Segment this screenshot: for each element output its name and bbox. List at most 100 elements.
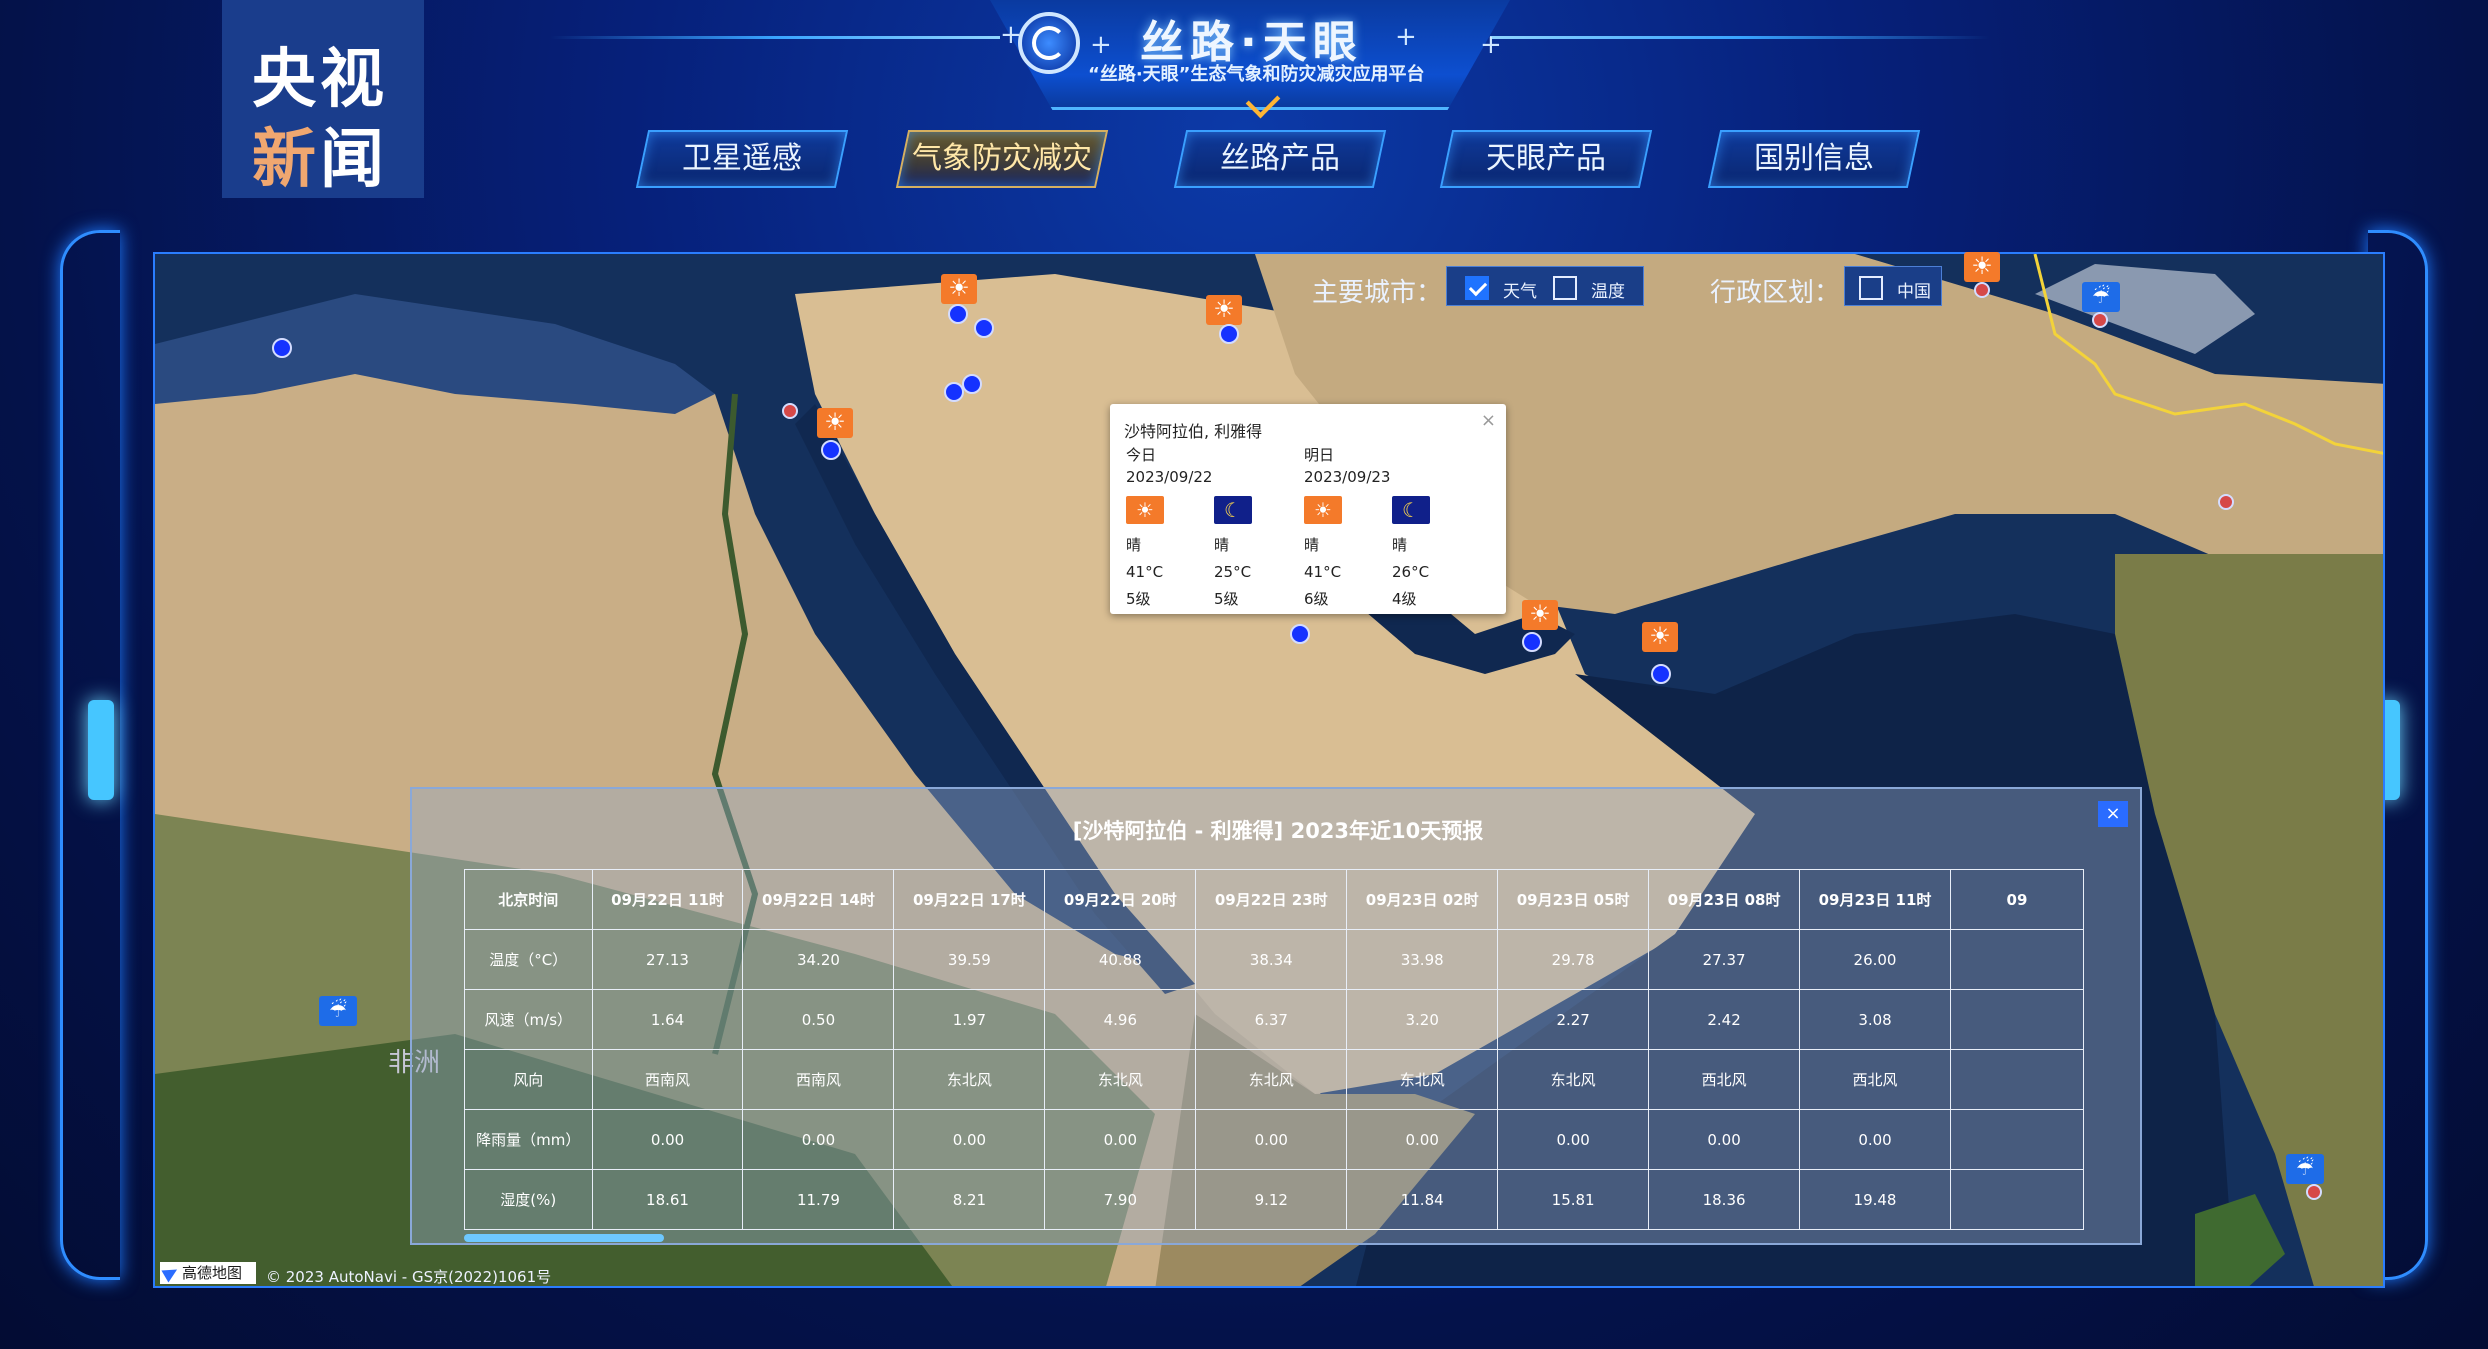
china-checkbox[interactable]	[1859, 276, 1883, 300]
tab-silk-road-products[interactable]: 丝路产品	[1173, 130, 1387, 188]
temperature-text: 26°C	[1392, 563, 1430, 581]
tab-label: 卫星遥感	[682, 141, 802, 176]
city-marker[interactable]	[944, 382, 964, 402]
city-marker[interactable]	[821, 440, 841, 460]
sunny-weather-icon[interactable]	[1964, 251, 2000, 282]
table-cell: 33.98	[1346, 929, 1499, 990]
sunny-weather-icon[interactable]	[817, 407, 853, 438]
popup-city-name: 沙特阿拉伯, 利雅得	[1124, 422, 1263, 441]
table-cell: 东北风	[1497, 1049, 1650, 1110]
tab-tianyan-products[interactable]: 天眼产品	[1439, 130, 1653, 188]
day-label: 明日	[1304, 446, 1335, 464]
table-cell: 西南风	[591, 1049, 744, 1110]
day-label: 今日	[1126, 446, 1157, 464]
table-cell: 38.34	[1195, 929, 1348, 990]
table-cell: 2.27	[1497, 989, 1650, 1050]
logo-char: 新	[252, 123, 320, 197]
sun-icon: ☀	[1304, 496, 1342, 524]
table-cell: 0.00	[742, 1109, 895, 1170]
map-copyright: © 2023 AutoNavi - GS京(2022)1061号	[266, 1268, 552, 1286]
city-marker-red[interactable]	[2218, 494, 2234, 510]
weather-checkbox[interactable]	[1465, 276, 1489, 300]
city-marker-riyadh[interactable]	[1290, 624, 1310, 644]
sunny-weather-icon[interactable]	[941, 273, 977, 304]
popup-day-today: 今日 2023/09/22 ☀ ☾ 晴 41°C 5级 晴 25°C 5级	[1126, 444, 1306, 612]
table-cell: 东北风	[1044, 1049, 1197, 1110]
city-marker-red[interactable]	[2092, 312, 2108, 328]
table-cell: 9.12	[1195, 1169, 1348, 1230]
nighttime-forecast: 晴 26°C 4级	[1392, 532, 1429, 613]
day-date: 2023/09/23	[1304, 468, 1391, 486]
header-line-left	[550, 36, 1000, 39]
time-row: 北京时间 09月22日 11时 09月22日 14时 09月22日 17时 09月22日…	[464, 869, 2084, 930]
table-cell: 3.20	[1346, 989, 1499, 1050]
rainfall-row: 降雨量（mm） 0.00 0.00 0.00 0.00 0.00 0.00 0.00 0.00 0…	[464, 1109, 2084, 1170]
table-cell: 0.00	[893, 1109, 1046, 1170]
sunny-weather-icon[interactable]	[1522, 599, 1558, 630]
china-checkbox-label: 中国	[1897, 282, 1931, 302]
table-cell: 0.50	[742, 989, 895, 1050]
left-side-tab[interactable]	[88, 700, 114, 800]
temperature-checkbox[interactable]	[1553, 276, 1577, 300]
wind-level-text: 5级	[1214, 590, 1239, 608]
forecast-title: [沙特阿拉伯 - 利雅得] 2023年近10天预报	[1072, 819, 1484, 843]
city-marker[interactable]	[1219, 324, 1239, 344]
row-header: 湿度(%)	[464, 1169, 593, 1230]
city-marker[interactable]	[272, 338, 292, 358]
table-cell: 0.00	[591, 1109, 744, 1170]
temperature-text: 25°C	[1214, 563, 1252, 581]
tab-country-info[interactable]: 国别信息	[1707, 130, 1921, 188]
table-cell: 0.00	[1497, 1109, 1650, 1170]
tab-label: 气象防灾减灾	[912, 141, 1092, 176]
table-cell	[1949, 929, 2084, 990]
admin-division-label: 行政区划：	[1710, 278, 1841, 308]
table-cell: 2.42	[1648, 989, 1801, 1050]
temperature-text: 41°C	[1304, 563, 1342, 581]
city-marker[interactable]	[1522, 632, 1542, 652]
city-marker[interactable]	[948, 304, 968, 324]
table-cell: 3.08	[1799, 989, 1951, 1050]
table-cell: 11.79	[742, 1169, 895, 1230]
column-header-time: 09	[1949, 869, 2084, 930]
forecast-table: 北京时间 09月22日 11时 09月22日 14时 09月22日 17时 09月22日…	[464, 869, 2084, 1230]
rain-weather-icon[interactable]	[2286, 1153, 2324, 1184]
close-icon[interactable]: ×	[2098, 801, 2128, 827]
row-header: 北京时间	[464, 869, 593, 930]
city-marker[interactable]	[962, 374, 982, 394]
table-cell: 39.59	[893, 929, 1046, 990]
table-cell: 19.48	[1799, 1169, 1951, 1230]
logo-char: 闻	[320, 123, 388, 197]
moon-icon: ☾	[1214, 496, 1252, 524]
table-cell: 0.00	[1799, 1109, 1951, 1170]
tab-satellite-remote-sensing[interactable]: 卫星遥感	[635, 130, 849, 188]
daytime-forecast: 晴 41°C 6级	[1304, 532, 1341, 613]
close-icon[interactable]: ×	[1481, 410, 1496, 431]
city-marker[interactable]	[974, 318, 994, 338]
wind-level-text: 6级	[1304, 590, 1329, 608]
popup-day-tomorrow: 明日 2023/09/23 ☀ ☾ 晴 41°C 6级 晴 26°C 4级	[1304, 444, 1484, 612]
forecast-table-scroll[interactable]: 北京时间 09月22日 11时 09月22日 14时 09月22日 17时 09月22日…	[464, 869, 2084, 1233]
wind-speed-row: 风速（m/s） 1.64 0.50 1.97 4.96 6.37 3.20 2.27 2.42 3…	[464, 989, 2084, 1050]
table-cell: 东北风	[1195, 1049, 1348, 1110]
logo-text-top: 央视	[252, 43, 388, 117]
city-marker[interactable]	[1651, 664, 1671, 684]
platform-logo-inner	[1032, 26, 1066, 60]
horizontal-scrollbar[interactable]	[464, 1234, 664, 1242]
city-marker-red[interactable]	[1974, 282, 1990, 298]
weather-text: 晴	[1214, 536, 1230, 554]
app-subtitle: “丝路·天眼”生态气象和防灾减灾应用平台	[1088, 64, 1425, 85]
rain-weather-icon[interactable]	[2082, 281, 2120, 312]
temperature-row: 温度（°C） 27.13 34.20 39.59 40.88 38.34 33.98 29.7…	[464, 929, 2084, 990]
table-cell: 东北风	[893, 1049, 1046, 1110]
sunny-weather-icon[interactable]	[1206, 294, 1242, 325]
rain-weather-icon[interactable]	[319, 995, 357, 1026]
amap-logo[interactable]: 高德地图	[160, 1262, 256, 1284]
tab-meteorological-disaster[interactable]: 气象防灾减灾	[895, 130, 1109, 188]
daytime-forecast: 晴 41°C 5级	[1126, 532, 1163, 613]
city-marker-red[interactable]	[2306, 1184, 2322, 1200]
sunny-weather-icon[interactable]	[1642, 621, 1678, 652]
table-cell: 1.97	[893, 989, 1046, 1050]
table-cell	[1949, 1049, 2084, 1110]
city-marker-red[interactable]	[782, 403, 798, 419]
table-cell: 26.00	[1799, 929, 1951, 990]
